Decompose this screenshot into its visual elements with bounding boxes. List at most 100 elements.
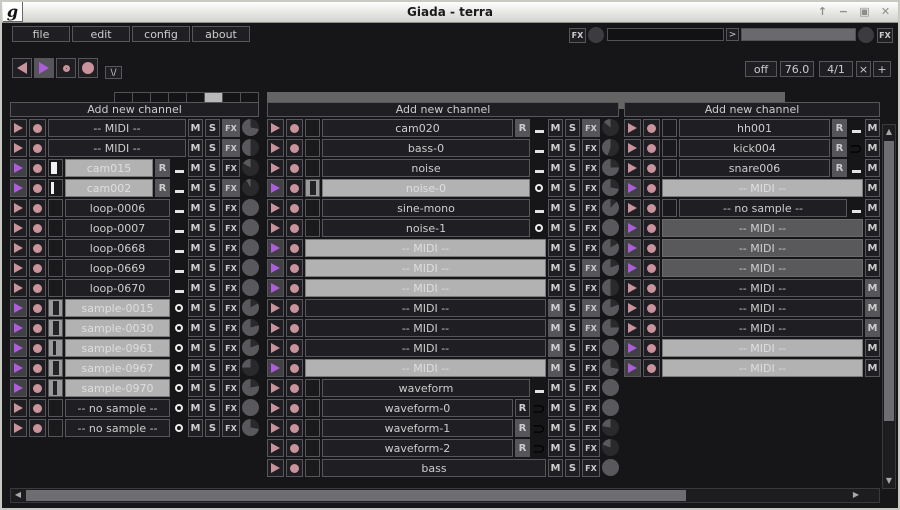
channel-play-button[interactable] <box>10 239 27 257</box>
solo-button[interactable]: S <box>205 359 220 377</box>
channel-record-button[interactable] <box>29 159 46 177</box>
channel-play-button[interactable] <box>624 199 641 217</box>
mute-button[interactable]: M <box>188 299 203 317</box>
channel-record-button[interactable] <box>29 299 46 317</box>
channel-name-button[interactable]: -- no sample -- <box>65 399 170 417</box>
channel-fx-button[interactable]: FX <box>582 139 600 157</box>
channel-name-button[interactable]: waveform <box>322 379 530 397</box>
channel-fx-button[interactable]: FX <box>222 159 240 177</box>
channel-play-button[interactable] <box>267 219 284 237</box>
channel-mode-icon[interactable] <box>532 159 546 177</box>
channel-record-button[interactable] <box>286 399 303 417</box>
channel-record-button[interactable] <box>29 139 46 157</box>
channel-volume-knob[interactable] <box>602 459 619 476</box>
solo-button[interactable]: S <box>565 439 580 457</box>
mute-button[interactable]: M <box>188 179 203 197</box>
channel-fx-button[interactable]: FX <box>222 419 240 437</box>
solo-button[interactable]: S <box>205 259 220 277</box>
mute-button[interactable]: M <box>865 279 880 297</box>
quantize-button[interactable]: off <box>745 61 777 77</box>
channel-volume-knob[interactable] <box>602 439 619 456</box>
mute-button[interactable]: M <box>548 259 563 277</box>
channel-mode-icon[interactable] <box>172 279 186 297</box>
channel-mode-icon[interactable] <box>849 119 863 137</box>
mute-button[interactable]: M <box>548 399 563 417</box>
channel-fx-button[interactable]: FX <box>582 459 600 477</box>
channel-fx-button[interactable]: FX <box>222 199 240 217</box>
channel-mode-icon[interactable]: ⊃ <box>532 439 546 457</box>
channel-record-button[interactable] <box>643 199 660 217</box>
solo-button[interactable]: S <box>565 219 580 237</box>
channel-volume-knob[interactable] <box>602 199 619 216</box>
channel-play-button[interactable] <box>10 359 27 377</box>
channel-record-button[interactable] <box>643 259 660 277</box>
channel-play-button[interactable] <box>267 379 284 397</box>
menu-edit-button[interactable]: edit <box>72 26 130 42</box>
solo-button[interactable]: S <box>205 339 220 357</box>
channel-record-button[interactable] <box>286 179 303 197</box>
mute-button[interactable]: M <box>548 339 563 357</box>
channel-mode-icon[interactable] <box>172 379 186 397</box>
mute-button[interactable]: M <box>188 219 203 237</box>
mute-button[interactable]: M <box>188 399 203 417</box>
channel-fx-button[interactable]: FX <box>222 399 240 417</box>
master-in-fx-button[interactable]: FX <box>569 28 586 43</box>
solo-button[interactable]: S <box>205 319 220 337</box>
channel-play-button[interactable] <box>267 399 284 417</box>
channel-name-button[interactable]: -- MIDI -- <box>662 299 863 317</box>
solo-button[interactable]: S <box>205 379 220 397</box>
channel-fx-button[interactable]: FX <box>582 219 600 237</box>
mute-button[interactable]: M <box>865 159 880 177</box>
channel-play-button[interactable] <box>10 319 27 337</box>
solo-button[interactable]: S <box>205 179 220 197</box>
solo-button[interactable]: S <box>205 199 220 217</box>
mute-button[interactable]: M <box>548 359 563 377</box>
channel-name-button[interactable]: -- no sample -- <box>679 199 847 217</box>
menu-file-button[interactable]: file <box>12 26 70 42</box>
channel-fx-button[interactable]: FX <box>582 159 600 177</box>
channel-record-button[interactable] <box>286 339 303 357</box>
channel-name-button[interactable]: loop-0007 <box>65 219 170 237</box>
channel-record-button[interactable] <box>643 359 660 377</box>
solo-button[interactable]: S <box>565 259 580 277</box>
mute-button[interactable]: M <box>548 139 563 157</box>
channel-play-button[interactable] <box>267 459 284 477</box>
mute-button[interactable]: M <box>548 459 563 477</box>
channel-record-button[interactable] <box>286 239 303 257</box>
solo-button[interactable]: S <box>565 239 580 257</box>
channel-volume-knob[interactable] <box>602 339 619 356</box>
solo-button[interactable]: S <box>565 179 580 197</box>
solo-button[interactable]: S <box>565 399 580 417</box>
channel-volume-knob[interactable] <box>602 319 619 336</box>
solo-button[interactable]: S <box>205 419 220 437</box>
channel-record-button[interactable] <box>286 319 303 337</box>
channel-mode-icon[interactable] <box>849 199 863 217</box>
mute-button[interactable]: M <box>188 419 203 437</box>
mute-button[interactable]: M <box>548 219 563 237</box>
channel-record-button[interactable] <box>286 419 303 437</box>
channel-volume-knob[interactable] <box>602 399 619 416</box>
channel-mode-icon[interactable] <box>172 359 186 377</box>
mute-button[interactable]: M <box>188 339 203 357</box>
channel-mode-icon[interactable] <box>532 139 546 157</box>
channel-fx-button[interactable]: FX <box>582 439 600 457</box>
channel-play-button[interactable] <box>624 159 641 177</box>
channel-record-button[interactable] <box>286 279 303 297</box>
channel-volume-knob[interactable] <box>602 359 619 376</box>
master-in-volume-knob[interactable] <box>588 27 604 43</box>
channel-record-button[interactable] <box>286 299 303 317</box>
channel-name-button[interactable]: waveform-0 <box>322 399 513 417</box>
channel-fx-button[interactable]: FX <box>582 119 600 137</box>
channel-fx-button[interactable]: FX <box>582 279 600 297</box>
channel-mode-icon[interactable] <box>532 379 546 397</box>
channel-play-button[interactable] <box>10 159 27 177</box>
channel-name-button[interactable]: -- MIDI -- <box>662 259 863 277</box>
channel-record-button[interactable] <box>643 159 660 177</box>
channel-fx-button[interactable]: FX <box>582 239 600 257</box>
maximize-window-icon[interactable]: ▣ <box>858 4 871 19</box>
metronome-button[interactable]: \/ <box>105 66 122 79</box>
beats-button[interactable]: 4/1 <box>819 61 853 77</box>
channel-mode-icon[interactable] <box>532 119 546 137</box>
channel-record-button[interactable] <box>643 239 660 257</box>
master-out-fx-button[interactable]: FX <box>877 28 893 43</box>
